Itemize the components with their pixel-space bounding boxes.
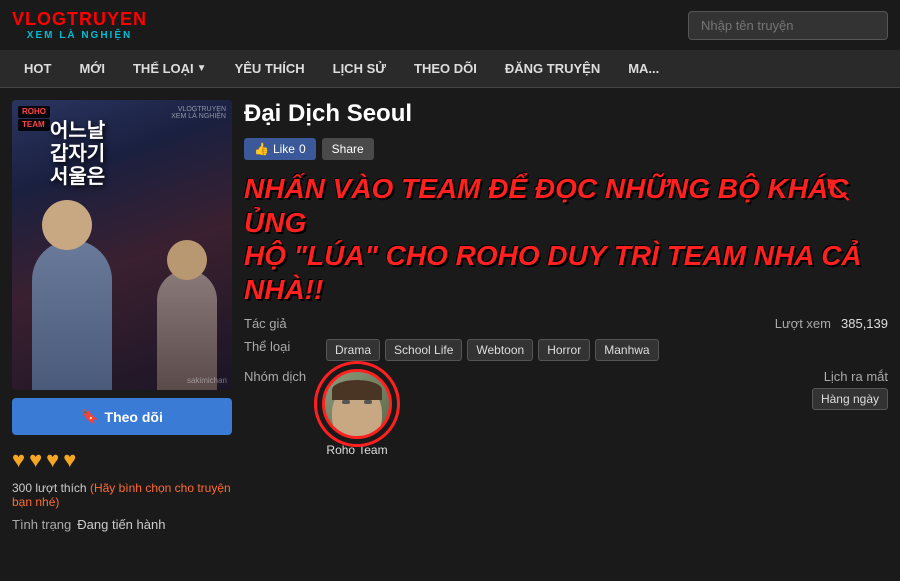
info-section: Tác giả Lượt xem 385,139 Thể loại Drama … [244, 316, 888, 457]
promo-text-line1: NHẤN VÀO TEAM ĐỂ ĐỌC NHỮNG BỘ KHÁC ỦNG [244, 172, 888, 239]
cover-art: ROHO TEAM VLOGTRUYEN XEM LÀ NGHIỆN 어느날갑자… [12, 100, 232, 390]
rating-stars: ♥ ♥ ♥ ♥ [12, 443, 232, 477]
lich-ra-mat-label: Lịch ra mắt [824, 369, 888, 384]
share-button[interactable]: Share [322, 138, 374, 160]
nav-theodoi[interactable]: THEO DÕI [400, 50, 491, 88]
tac-gia-label: Tác giả [244, 316, 314, 331]
release-badge: Hàng ngày [812, 388, 888, 410]
tags-list: Drama School Life Webtoon Horror Manhwa [326, 339, 659, 361]
logo: VLOGTRUYEN XEM LÀ NGHIỆN [12, 9, 147, 41]
watermark: sakimichan [187, 376, 227, 385]
theloai-arrow-icon: ▼ [197, 63, 207, 74]
likes-count: 300 lượt thích (Hãy bình chọn cho truyện… [12, 481, 232, 509]
nav-theloai[interactable]: THỂ LOẠI ▼ [119, 50, 221, 88]
nav-yeuthich[interactable]: YÊU THÍCH [221, 50, 319, 88]
nav-bar: HOT MỚI THỂ LOẠI ▼ YÊU THÍCH LỊCH SỬ THE… [0, 50, 900, 88]
tag-horror[interactable]: Horror [538, 339, 590, 361]
nav-more[interactable]: MA... [614, 50, 673, 88]
the-loai-row: Thể loại Drama School Life Webtoon Horro… [244, 339, 888, 361]
header: VLOGTRUYEN XEM LÀ NGHIỆN [0, 0, 900, 50]
follow-button[interactable]: 🔖 Theo dõi [12, 398, 232, 435]
star-1[interactable]: ♥ [12, 447, 25, 473]
star-2[interactable]: ♥ [29, 447, 42, 473]
star-3[interactable]: ♥ [46, 447, 59, 473]
tag-webtoon[interactable]: Webtoon [467, 339, 533, 361]
social-buttons: 👍 Like 0 Share [244, 138, 888, 160]
team-avatar-wrapper[interactable]: Roho Team [322, 369, 392, 457]
cover-korean-title: 어느날갑자기서울은 [50, 120, 105, 189]
left-panel: ROHO TEAM VLOGTRUYEN XEM LÀ NGHIỆN 어느날갑자… [12, 100, 232, 532]
tag-manhwa[interactable]: Manhwa [595, 339, 658, 361]
nav-dangtruyen[interactable]: ĐĂNG TRUYỆN [491, 50, 614, 88]
status-value: Đang tiến hành [77, 517, 165, 532]
the-loai-label: Thể loại [244, 339, 314, 354]
search-input[interactable] [688, 11, 888, 40]
status-label: Tình trạng [12, 517, 71, 532]
manga-title: Đại Dịch Seoul [244, 100, 888, 128]
main-content: ROHO TEAM VLOGTRUYEN XEM LÀ NGHIỆN 어느날갑자… [0, 88, 900, 544]
nav-moi[interactable]: MỚI [65, 50, 119, 88]
facebook-like-button[interactable]: 👍 Like 0 [244, 138, 316, 160]
nhom-dich-area: Roho Team [322, 369, 812, 457]
team-circle-outline [314, 361, 400, 447]
nav-hot[interactable]: HOT [10, 50, 65, 88]
promo-text-line2: HỘ "LÚA" CHO ROHO DUY TRÌ TEAM NHA CẢ NH… [244, 239, 888, 306]
tag-school[interactable]: School Life [385, 339, 462, 361]
tag-drama[interactable]: Drama [326, 339, 380, 361]
logo-top[interactable]: VLOGTRUYEN [12, 9, 147, 30]
status-row: Tình trạng Đang tiến hành [12, 517, 232, 532]
nav-lichsu[interactable]: LỊCH SỬ [319, 50, 400, 88]
nhom-dich-row: Nhóm dịch [244, 369, 888, 457]
tac-gia-row: Tác giả Lượt xem 385,139 [244, 316, 888, 331]
right-panel: Đại Dịch Seoul 👍 Like 0 Share NHẤN VÀO T… [244, 100, 888, 532]
logo-bottom: XEM LÀ NGHIỆN [27, 30, 132, 41]
luot-xem-label: Lượt xem [775, 316, 831, 331]
thumbs-up-icon: 👍 [254, 142, 269, 156]
bookmark-icon: 🔖 [81, 408, 98, 425]
manga-cover: ROHO TEAM VLOGTRUYEN XEM LÀ NGHIỆN 어느날갑자… [12, 100, 232, 390]
luot-xem-value: 385,139 [841, 316, 888, 331]
star-4[interactable]: ♥ [63, 447, 76, 473]
overlay-text-block: NHẤN VÀO TEAM ĐỂ ĐỌC NHỮNG BỘ KHÁC ỦNG H… [244, 172, 888, 306]
nhom-dich-label: Nhóm dịch [244, 369, 314, 384]
